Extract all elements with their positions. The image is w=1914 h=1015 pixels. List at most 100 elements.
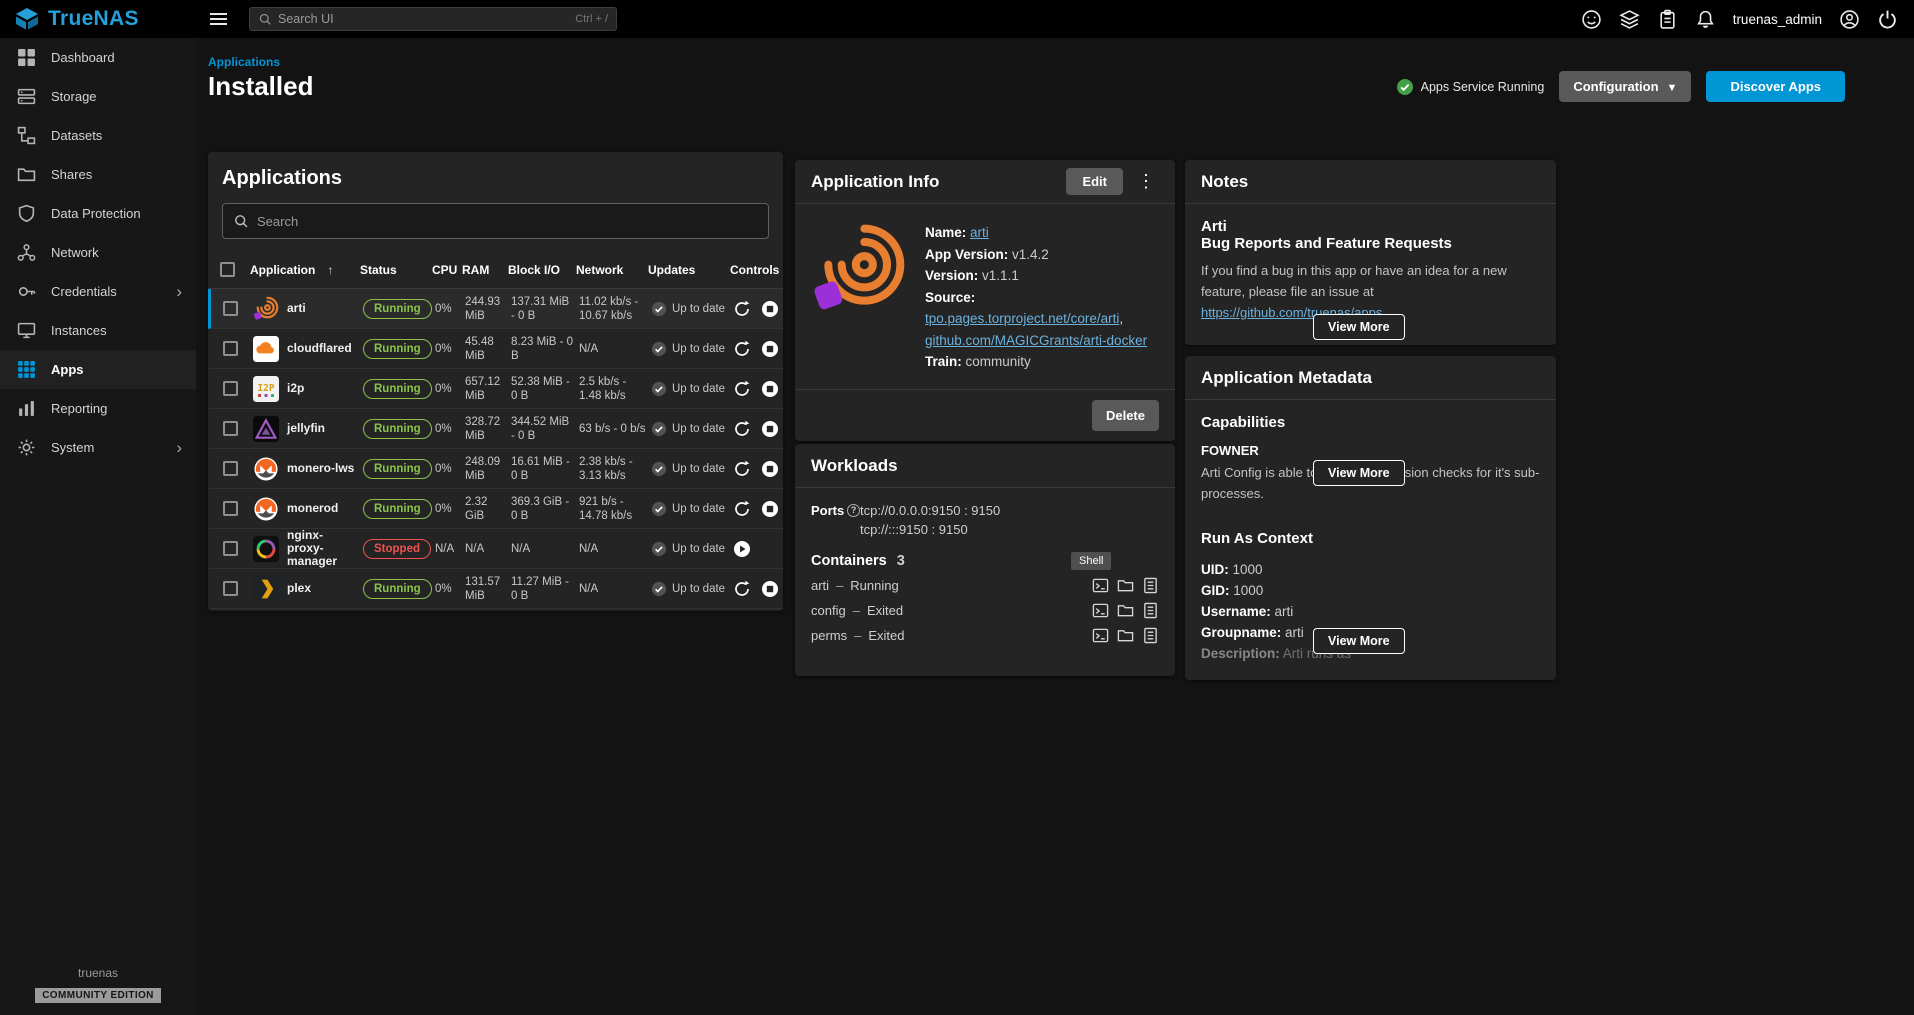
train-row: Train: community [925,351,1159,373]
updates-label: Up to date [672,542,725,556]
restart-button[interactable] [733,420,751,438]
stop-button[interactable] [761,300,779,318]
sidebar-item-credentials[interactable]: Credentials › [0,272,196,311]
table-row[interactable]: jellyfin Running 0% 328.72 MiB 344.52 Mi… [208,409,783,449]
run-as-view-more-button[interactable]: View More [1313,628,1405,654]
global-search[interactable]: Ctrl + / [249,7,617,31]
sidebar-item-data-protection[interactable]: Data Protection › [0,194,196,233]
col-updates[interactable]: Updates [648,263,730,277]
checklist-icon[interactable] [1657,9,1678,30]
row-checkbox[interactable] [223,461,238,476]
table-row[interactable]: plex Running 0% 131.57 MiB 11.27 MiB - 0… [208,569,783,609]
container-state: Running [850,578,898,593]
notes-view-more-button[interactable]: View More [1313,314,1405,340]
source-link[interactable]: tpo.pages.torproject.net/core/arti [925,311,1119,326]
edit-button[interactable]: Edit [1066,168,1123,195]
col-application[interactable]: Application↑ [250,263,360,277]
table-row[interactable]: arti Running 0% 244.93 MiB 137.31 MiB - … [208,289,783,329]
cpu-value: 0% [435,582,465,596]
cpu-value: 0% [435,342,465,356]
user-account-icon[interactable] [1839,9,1860,30]
row-checkbox[interactable] [223,301,238,316]
browse-folder-button[interactable] [1117,627,1134,644]
table-row[interactable]: monerod Running 0% 2.32 GiB 369.3 GiB - … [208,489,783,529]
up-to-date-check-icon [651,301,667,317]
col-status[interactable]: Status [360,263,432,277]
app-name-link[interactable]: arti [970,225,989,240]
breadcrumb[interactable]: Applications [208,55,280,69]
shell-button[interactable] [1092,577,1109,594]
view-logs-button[interactable] [1142,602,1159,619]
containers-count: 3 [897,553,905,569]
sidebar-item-storage[interactable]: Storage › [0,77,196,116]
browse-folder-button[interactable] [1117,577,1134,594]
apps-search[interactable] [222,203,769,239]
view-logs-button[interactable] [1142,627,1159,644]
col-cpu[interactable]: CPU [432,263,462,277]
sidebar-item-system[interactable]: System › [0,428,196,467]
sidebar-item-dashboard[interactable]: Dashboard › [0,38,196,77]
col-ram[interactable]: RAM [462,263,508,277]
restart-button[interactable] [733,580,751,598]
row-checkbox[interactable] [223,341,238,356]
restart-button[interactable] [733,500,751,518]
row-controls [733,540,786,558]
delete-button[interactable]: Delete [1092,400,1159,431]
apps-search-input[interactable] [257,214,758,229]
up-to-date-check-icon [651,461,667,477]
global-search-input[interactable] [278,12,575,26]
capabilities-view-more-button[interactable]: View More [1313,460,1405,486]
play-button[interactable] [733,540,751,558]
power-icon[interactable] [1877,9,1898,30]
service-running-check-icon [1396,78,1414,96]
row-checkbox[interactable] [223,501,238,516]
restart-button[interactable] [733,380,751,398]
discover-apps-button[interactable]: Discover Apps [1706,71,1845,102]
sidebar-item-network[interactable]: Network › [0,233,196,272]
truenas-logo[interactable]: TrueNAS [0,7,196,31]
restart-button[interactable] [733,460,751,478]
app-name: monerod [287,502,338,515]
network-value: N/A [579,342,651,356]
table-row[interactable]: I2P i2p Running 0% 657.12 MiB 52.38 MiB … [208,369,783,409]
select-all-checkbox[interactable] [220,262,235,277]
hamburger-menu-icon[interactable] [210,10,227,28]
jobs-stack-icon[interactable] [1619,9,1640,30]
col-network[interactable]: Network [576,263,648,277]
browse-folder-button[interactable] [1117,602,1134,619]
workloads-panel: Workloads Ports? tcp://0.0.0.0:9150 : 91… [795,444,1175,676]
stop-button[interactable] [761,580,779,598]
table-row[interactable]: monero-lws Running 0% 248.09 MiB 16.61 M… [208,449,783,489]
sidebar-item-instances[interactable]: Instances › [0,311,196,350]
kebab-menu-icon[interactable]: ⋮ [1133,171,1159,192]
configuration-button[interactable]: Configuration▼ [1559,71,1691,102]
shell-button[interactable] [1092,602,1109,619]
row-checkbox[interactable] [223,381,238,396]
cpu-value: 0% [435,302,465,316]
ports-help-icon[interactable]: ? [847,504,860,517]
view-logs-button[interactable] [1142,577,1159,594]
col-block-io[interactable]: Block I/O [508,263,576,277]
ram-value: 328.72 MiB [465,415,511,443]
row-checkbox[interactable] [223,421,238,436]
row-checkbox[interactable] [223,581,238,596]
sidebar-item-datasets[interactable]: Datasets › [0,116,196,155]
shell-button[interactable] [1092,627,1109,644]
sidebar-item-apps[interactable]: Apps › [0,350,196,389]
stop-button[interactable] [761,380,779,398]
feedback-icon[interactable] [1581,9,1602,30]
sidebar-item-reporting[interactable]: Reporting › [0,389,196,428]
row-checkbox[interactable] [223,541,238,556]
restart-button[interactable] [733,300,751,318]
table-row[interactable]: cloudflared Running 0% 45.48 MiB 8.23 Mi… [208,329,783,369]
stop-button[interactable] [761,340,779,358]
ram-value: 657.12 MiB [465,375,511,403]
notifications-bell-icon[interactable] [1695,9,1716,30]
stop-button[interactable] [761,420,779,438]
restart-button[interactable] [733,340,751,358]
source-link[interactable]: github.com/MAGICGrants/arti-docker [925,333,1147,348]
stop-button[interactable] [761,460,779,478]
stop-button[interactable] [761,500,779,518]
table-row[interactable]: nginx-proxy-manager Stopped N/A N/A N/A … [208,529,783,569]
sidebar-item-shares[interactable]: Shares › [0,155,196,194]
